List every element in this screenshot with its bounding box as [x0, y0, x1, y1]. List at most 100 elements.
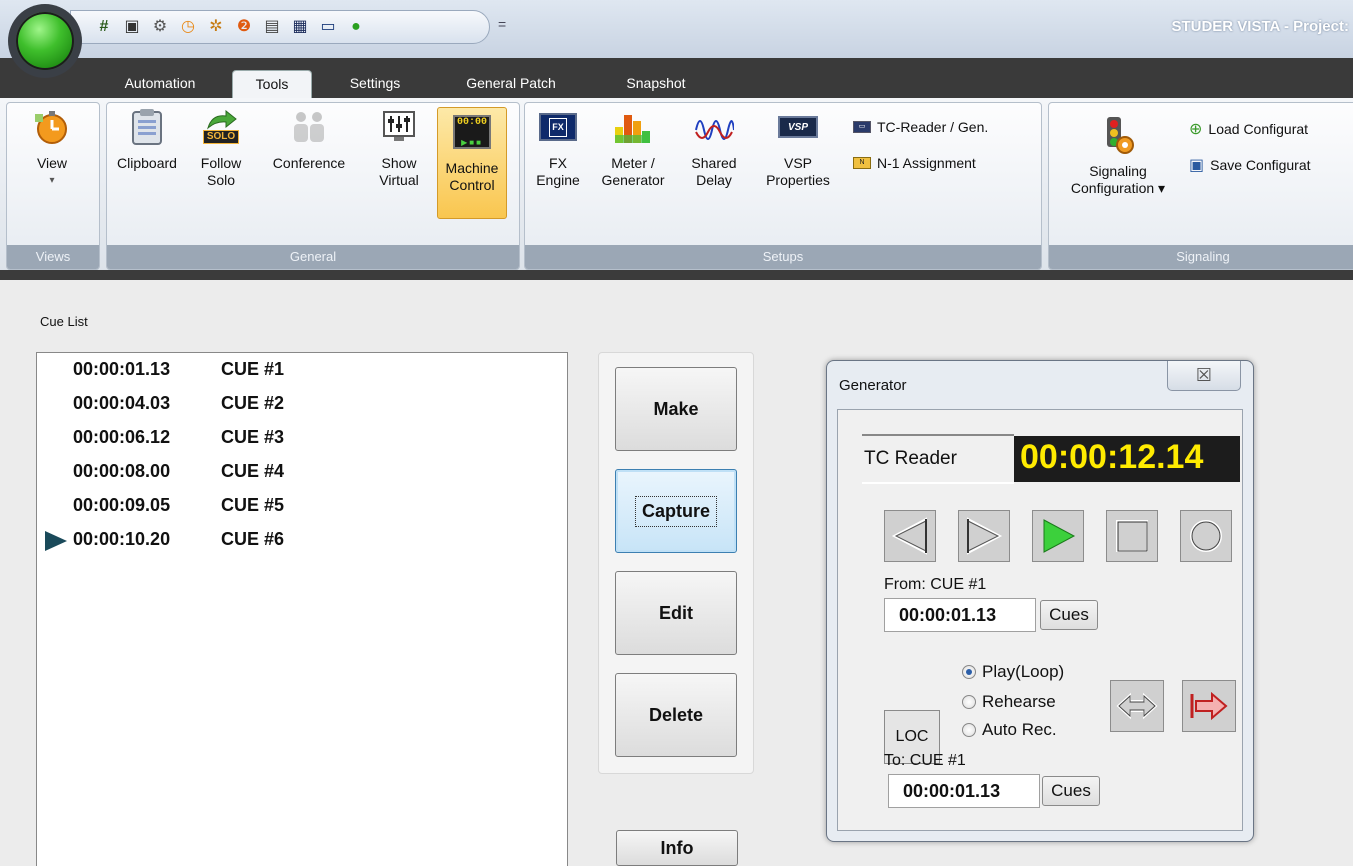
- follow-solo-label-1: Follow: [200, 155, 242, 171]
- tc-reader-gen-label: TC-Reader / Gen.: [877, 119, 989, 135]
- record-button[interactable]: [1180, 510, 1232, 562]
- meter-generator-label-1: Meter /: [611, 155, 655, 171]
- capture-button[interactable]: Capture: [615, 469, 737, 553]
- from-time-field[interactable]: 00:00:01.13: [884, 598, 1036, 632]
- info-button[interactable]: Info: [616, 830, 738, 866]
- tab-tools[interactable]: Tools: [232, 70, 312, 98]
- group-label-setups: Setups: [525, 245, 1041, 269]
- conference-people-icon: [289, 107, 329, 147]
- follow-solo-button[interactable]: SOLO Follow Solo: [191, 107, 251, 189]
- to-time-field[interactable]: 00:00:01.13: [888, 774, 1040, 808]
- mode-play-loop-radio[interactable]: Play(Loop): [962, 662, 1064, 682]
- cue-list-item[interactable]: 00:00:09.05 CUE #5: [73, 495, 284, 516]
- shared-delay-button[interactable]: Shared Delay: [679, 107, 749, 189]
- cue-list-item[interactable]: 00:00:04.03 CUE #2: [73, 393, 284, 414]
- traffic-light-gear-icon: [1098, 115, 1138, 155]
- go-to-end-button[interactable]: [1182, 680, 1236, 732]
- green-dot-icon[interactable]: ●: [345, 16, 367, 38]
- n1-assignment-button[interactable]: N N-1 Assignment: [853, 155, 976, 171]
- follow-solo-label-2: Solo: [206, 172, 236, 188]
- cue-list-item-current[interactable]: 00:00:10.20 CUE #6: [73, 529, 284, 550]
- tab-automation[interactable]: Automation: [104, 70, 216, 98]
- title-bar: # ▣ ⚙ ◷ ✲ ❷ ▤ ▦ ▭ ● = STUDER VISTA - Pro…: [0, 0, 1353, 58]
- fx-icon[interactable]: ▦: [289, 16, 311, 38]
- clock-icon[interactable]: ◷: [177, 16, 199, 38]
- tab-snapshot[interactable]: Snapshot: [606, 70, 706, 98]
- shared-delay-label-1: Shared: [691, 155, 737, 171]
- clipboard-label: Clipboard: [117, 155, 177, 171]
- stopwatch-icon: [32, 107, 72, 147]
- settings-wheel-icon[interactable]: ✲: [205, 16, 227, 38]
- delete-button[interactable]: Delete: [615, 673, 737, 757]
- signaling-configuration-button[interactable]: Signaling Configuration ▾: [1053, 115, 1183, 197]
- double-arrow-icon: [1116, 692, 1158, 720]
- meter-generator-button[interactable]: Meter / Generator: [589, 107, 677, 189]
- rewind-button[interactable]: [884, 510, 936, 562]
- tab-settings[interactable]: Settings: [330, 70, 420, 98]
- rewind-icon: [891, 517, 927, 555]
- cue-list-item[interactable]: 00:00:08.00 CUE #4: [73, 461, 284, 482]
- cue-list-item[interactable]: 00:00:01.13 CUE #1: [73, 359, 284, 380]
- radio-unselected-icon: [962, 723, 976, 737]
- generator-dialog-title: Generator: [839, 377, 907, 394]
- routing-icon[interactable]: ⚙: [149, 16, 171, 38]
- fx-engine-label-2: Engine: [536, 172, 580, 188]
- mode-auto-rec-radio[interactable]: Auto Rec.: [962, 720, 1057, 740]
- meter-bars-icon: [613, 107, 653, 147]
- tc-reader-label: TC Reader: [862, 434, 1014, 484]
- load-configuration-icon: ⊕: [1189, 121, 1203, 138]
- from-cues-button[interactable]: Cues: [1040, 600, 1098, 630]
- stop-button[interactable]: [1106, 510, 1158, 562]
- clipboard-icon[interactable]: ▤: [261, 16, 283, 38]
- tc-reader-gen-button[interactable]: ▭ TC-Reader / Gen.: [853, 119, 988, 135]
- cue-list-item[interactable]: 00:00:06.12 CUE #3: [73, 427, 284, 448]
- cue-action-panel: Make Capture Edit Delete: [598, 352, 754, 774]
- fx-engine-button[interactable]: FX FX Engine: [531, 107, 585, 189]
- vsp-properties-button[interactable]: VSP VSP Properties: [753, 107, 843, 189]
- application-orb-button[interactable]: [8, 4, 82, 78]
- cue-list[interactable]: 00:00:01.13 CUE #1 00:00:04.03 CUE #2 00:0…: [36, 352, 568, 866]
- view-dropdown-icon: ▾: [49, 175, 55, 186]
- fast-forward-button[interactable]: [958, 510, 1010, 562]
- conference-button[interactable]: Conference: [259, 107, 359, 172]
- group-label-general: General: [107, 245, 519, 269]
- close-button[interactable]: ☒: [1167, 361, 1241, 391]
- show-virtual-button[interactable]: Show Virtual: [369, 107, 429, 189]
- camera-icon[interactable]: ▣: [121, 16, 143, 38]
- waveform-icon: [694, 107, 734, 147]
- machine-control-button[interactable]: 00:00 ▶■■ Machine Control: [437, 107, 507, 219]
- tab-general-patch[interactable]: General Patch: [446, 70, 576, 98]
- load-configuration-button[interactable]: ⊕ Load Configurat: [1189, 119, 1308, 139]
- vsp-properties-label-2: Properties: [766, 172, 830, 188]
- group-label-signaling: Signaling: [1049, 245, 1353, 269]
- clipboard-button[interactable]: Clipboard: [111, 107, 183, 172]
- range-both-button[interactable]: [1110, 680, 1164, 732]
- mode-rehearse-radio[interactable]: Rehearse: [962, 692, 1056, 712]
- vsp-icon: VSP: [778, 107, 818, 147]
- to-cues-button[interactable]: Cues: [1042, 776, 1100, 806]
- machine-control-display: 00:00: [456, 116, 487, 128]
- help-icon[interactable]: ❷: [233, 16, 255, 38]
- fast-forward-icon: [967, 517, 1003, 555]
- machine-control-icon: 00:00 ▶■■: [452, 112, 492, 152]
- make-button[interactable]: Make: [615, 367, 737, 451]
- vsp-badge: VSP: [787, 121, 808, 133]
- generator-body: TC Reader 00:00:12.14 From: CUE #1 00:00…: [837, 409, 1243, 831]
- quick-access-overflow[interactable]: =: [498, 16, 506, 32]
- ribbon: View ▾ Views Clipboard SOLO Follow Solo …: [0, 98, 1353, 270]
- panel-icon[interactable]: ▭: [317, 16, 339, 38]
- save-configuration-button[interactable]: ▣ Save Configurat: [1189, 155, 1311, 175]
- grid-icon[interactable]: #: [93, 16, 115, 38]
- show-virtual-label-1: Show: [381, 155, 417, 171]
- view-button[interactable]: View ▾: [21, 107, 83, 189]
- ribbon-group-signaling: Signaling Configuration ▾ ⊕ Load Configu…: [1048, 102, 1353, 270]
- signaling-configuration-label-2: Configuration ▾: [1070, 180, 1166, 196]
- ribbon-tab-strip: Automation Tools Settings General Patch …: [0, 58, 1353, 98]
- cue-list-title: Cue List: [40, 314, 88, 329]
- edit-button[interactable]: Edit: [615, 571, 737, 655]
- fx-engine-label-1: FX: [549, 155, 567, 171]
- solo-badge: SOLO: [202, 130, 240, 144]
- clipboard-icon: [127, 107, 167, 147]
- quick-access-toolbar: # ▣ ⚙ ◷ ✲ ❷ ▤ ▦ ▭ ●: [70, 10, 490, 44]
- play-button[interactable]: [1032, 510, 1084, 562]
